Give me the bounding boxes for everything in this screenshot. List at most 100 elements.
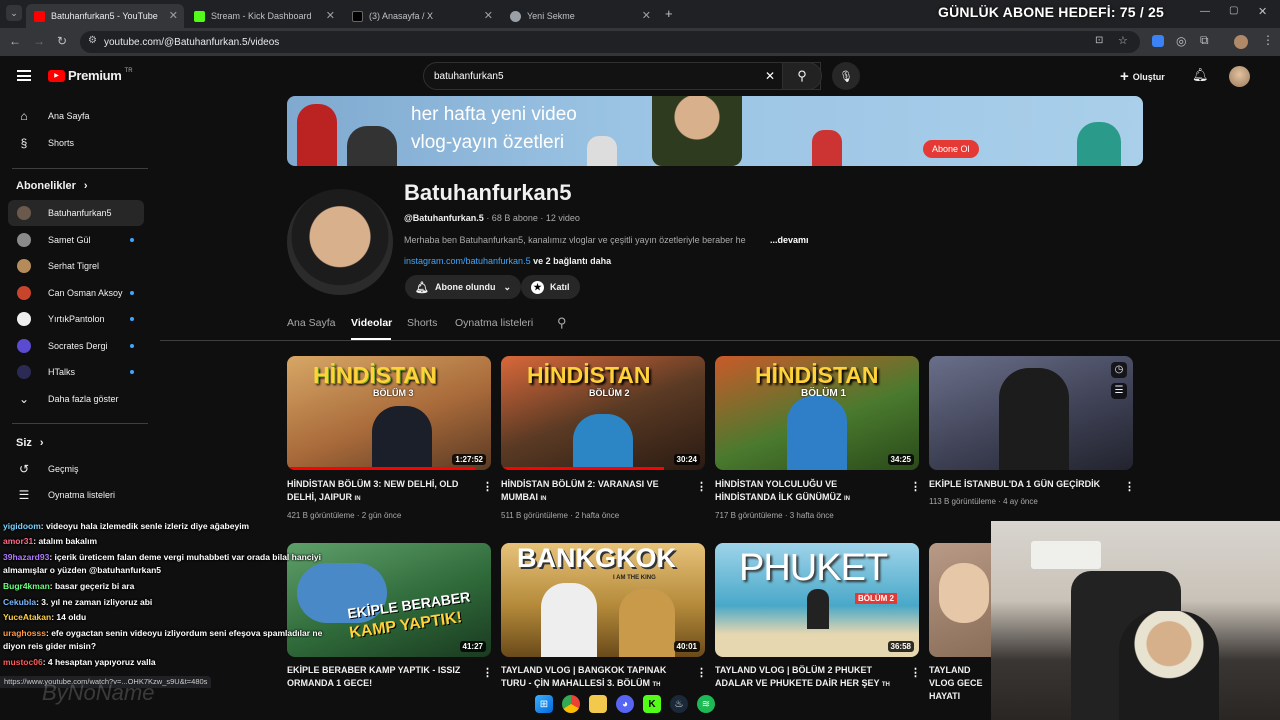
reload-icon[interactable]: ↻ bbox=[57, 34, 67, 48]
hamburger-menu-icon[interactable] bbox=[17, 70, 31, 81]
video-thumbnail[interactable]: HİNDİSTAN BÖLÜM 2 30:24 bbox=[501, 356, 705, 470]
banner-text: her hafta yeni video bbox=[411, 104, 577, 125]
video-menu-icon[interactable]: ⋮ bbox=[910, 666, 921, 679]
spotify-icon[interactable]: ≋ bbox=[697, 695, 715, 713]
sidebar-item-subscription[interactable]: YırtıkPantolon bbox=[8, 306, 144, 332]
search-input[interactable]: batuhanfurkan5 ✕ bbox=[423, 62, 821, 90]
browser-tab-x[interactable]: (3) Anasayfa / X ✕ bbox=[344, 4, 499, 28]
back-icon[interactable]: ← bbox=[9, 34, 21, 48]
video-title[interactable]: TAYLAND VLOG | BÖLÜM 2 PHUKET ADALAR VE … bbox=[715, 664, 895, 692]
video-menu-icon[interactable]: ⋮ bbox=[910, 480, 921, 493]
tab-shorts[interactable]: Shorts bbox=[407, 317, 437, 329]
video-thumbnail[interactable]: HİNDİSTAN BÖLÜM 3 1:27:52 bbox=[287, 356, 491, 470]
add-to-queue-icon[interactable]: ☰ bbox=[1111, 383, 1127, 399]
avatar bbox=[17, 286, 31, 300]
sidebar-item-home[interactable]: ⌂ Ana Sayfa bbox=[8, 103, 144, 129]
join-star-icon: ★ bbox=[531, 280, 544, 294]
watch-later-icon[interactable]: ◷ bbox=[1111, 362, 1127, 378]
sidebar-item-subscription[interactable]: Serhat Tigrel bbox=[8, 253, 144, 279]
video-menu-icon[interactable]: ⋮ bbox=[696, 480, 707, 493]
more-links[interactable]: ve 2 bağlantı daha bbox=[533, 256, 611, 266]
channel-search-icon[interactable]: ⚲ bbox=[557, 315, 567, 331]
address-bar[interactable]: ⚙ youtube.com/@Batuhanfurkan.5/videos ⊡ … bbox=[80, 31, 1140, 53]
subscribed-button[interactable]: 🔔︎ Abone olundu ⌄ bbox=[405, 275, 522, 299]
close-tab-icon[interactable]: ✕ bbox=[642, 9, 651, 22]
forward-icon[interactable]: → bbox=[33, 34, 45, 48]
discord-icon[interactable]: ◕ bbox=[616, 695, 634, 713]
thumbnail-person bbox=[573, 414, 633, 470]
taskbar: ⊞ ◕ K ♨ ≋ bbox=[535, 692, 745, 716]
video-title[interactable]: TAYLAND VLOG GECE HAYATI bbox=[929, 664, 991, 703]
close-tab-icon[interactable]: ✕ bbox=[326, 9, 335, 22]
close-tab-icon[interactable]: ✕ bbox=[484, 9, 493, 22]
channel-description[interactable]: Merhaba ben Batuhanfurkan5, kanalımız vl… bbox=[404, 235, 814, 245]
video-title[interactable]: EKİPLE BERABER KAMP YAPTIK - ISSIZ ORMAN… bbox=[287, 664, 467, 690]
youtube-logo[interactable]: ▶ Premium TR bbox=[48, 68, 133, 83]
video-menu-icon[interactable]: ⋮ bbox=[482, 480, 493, 493]
close-window-icon[interactable]: ✕ bbox=[1258, 5, 1267, 18]
clear-search-icon[interactable]: ✕ bbox=[765, 69, 775, 83]
bookmark-star-icon[interactable]: ☆ bbox=[1118, 34, 1128, 47]
channel-links: instagram.com/batuhanfurkan.5 ve 2 bağla… bbox=[404, 256, 611, 266]
sidebar-item-subscription[interactable]: HTalks bbox=[8, 359, 144, 385]
notifications-bell-icon[interactable]: 🔔︎ bbox=[1192, 67, 1209, 83]
chevron-down-icon: ⌄ bbox=[18, 392, 30, 406]
video-title[interactable]: HİNDİSTAN BÖLÜM 2: VARANASI VE MUMBAI IN bbox=[501, 478, 681, 506]
video-title[interactable]: HİNDİSTAN BÖLÜM 3: NEW DELHİ, OLD DELHİ,… bbox=[287, 478, 467, 506]
sidebar-item-history[interactable]: ↺ Geçmiş bbox=[8, 456, 144, 482]
chat-message: diyon reis gider misin? bbox=[3, 641, 97, 651]
show-more-button[interactable]: ⌄ Daha fazla göster bbox=[8, 386, 144, 412]
search-button[interactable]: ⚲ bbox=[782, 62, 822, 90]
steam-icon[interactable]: ♨ bbox=[670, 695, 688, 713]
video-menu-icon[interactable]: ⋮ bbox=[1124, 480, 1135, 493]
profile-avatar[interactable] bbox=[1234, 35, 1248, 49]
sidebar-item-subscription[interactable]: Batuhanfurkan5 bbox=[8, 200, 144, 226]
video-menu-icon[interactable]: ⋮ bbox=[482, 666, 493, 679]
video-menu-icon[interactable]: ⋮ bbox=[696, 666, 707, 679]
extension-icon[interactable] bbox=[1152, 35, 1164, 47]
extension-icon[interactable]: ◎ bbox=[1176, 34, 1186, 48]
sidebar-item-subscription[interactable]: Samet Gül bbox=[8, 227, 144, 253]
sidebar-item-subscription[interactable]: Socrates Dergi bbox=[8, 333, 144, 359]
new-tab-icon[interactable]: + bbox=[665, 6, 673, 21]
windows-start-icon[interactable]: ⊞ bbox=[535, 695, 553, 713]
browser-tab-youtube[interactable]: Batuhanfurkan5 - YouTube ✕ bbox=[26, 4, 184, 28]
chrome-icon[interactable] bbox=[562, 695, 580, 713]
channel-meta: @Batuhanfurkan.5 · 68 B abone · 12 video bbox=[404, 213, 580, 223]
video-thumbnail[interactable] bbox=[929, 543, 991, 657]
join-button[interactable]: ★ Katıl bbox=[521, 275, 580, 299]
channel-name: Batuhanfurkan5 bbox=[404, 180, 572, 205]
browser-tab-new[interactable]: Yeni Sekme ✕ bbox=[502, 4, 657, 28]
tab-home[interactable]: Ana Sayfa bbox=[287, 317, 335, 329]
video-title[interactable]: TAYLAND VLOG | BANGKOK TAPINAK TURU - Çİ… bbox=[501, 664, 681, 692]
close-tab-icon[interactable]: ✕ bbox=[169, 9, 178, 22]
account-avatar[interactable] bbox=[1229, 66, 1250, 87]
site-info-icon[interactable]: ⚙ bbox=[88, 35, 97, 46]
maximize-window-icon[interactable]: ▢ bbox=[1229, 5, 1238, 16]
sidebar-item-playlists[interactable]: ☰ Oynatma listeleri bbox=[8, 482, 144, 508]
video-title[interactable]: EKİPLE İSTANBUL'DA 1 GÜN GEÇİRDİK bbox=[929, 478, 1109, 491]
subscriptions-heading[interactable]: Abonelikler › bbox=[16, 180, 88, 192]
voice-search-button[interactable]: 🎙 bbox=[832, 62, 860, 90]
sidebar-item-shorts[interactable]: § Shorts bbox=[8, 130, 144, 156]
tab-playlists[interactable]: Oynatma listeleri bbox=[455, 317, 533, 329]
minimize-window-icon[interactable]: — bbox=[1200, 6, 1210, 17]
tab-list-button[interactable]: ⌄ bbox=[6, 5, 22, 21]
extensions-puzzle-icon[interactable]: ⧉ bbox=[1200, 33, 1209, 48]
video-thumbnail[interactable]: HİNDİSTAN BÖLÜM 1 34:25 bbox=[715, 356, 919, 470]
tab-videos[interactable]: Videolar bbox=[351, 317, 392, 329]
kick-icon[interactable]: K bbox=[643, 695, 661, 713]
video-thumbnail[interactable]: BANKGKOK I AM THE KING 40:01 bbox=[501, 543, 705, 657]
browser-tab-kick[interactable]: Stream - Kick Dashboard ✕ bbox=[186, 4, 341, 28]
sidebar-item-subscription[interactable]: Can Osman Aksoy bbox=[8, 280, 144, 306]
kick-favicon-icon bbox=[194, 10, 205, 22]
create-button[interactable]: + Oluştur bbox=[1120, 68, 1165, 85]
video-thumbnail[interactable]: ◷ ☰ bbox=[929, 356, 1133, 470]
you-heading[interactable]: Siz › bbox=[16, 437, 44, 449]
install-app-icon[interactable]: ⊡ bbox=[1095, 35, 1103, 46]
video-title[interactable]: HİNDİSTAN YOLCULUĞU VE HİNDİSTANDA İLK G… bbox=[715, 478, 895, 506]
video-thumbnail[interactable]: PHUKET BÖLÜM 2 36:58 bbox=[715, 543, 919, 657]
browser-menu-icon[interactable]: ⋮ bbox=[1262, 33, 1274, 47]
file-explorer-icon[interactable] bbox=[589, 695, 607, 713]
instagram-link[interactable]: instagram.com/batuhanfurkan.5 bbox=[404, 256, 531, 266]
